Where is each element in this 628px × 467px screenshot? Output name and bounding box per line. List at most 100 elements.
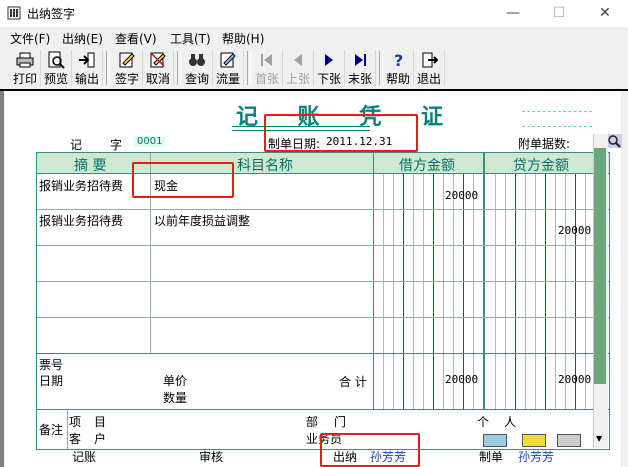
row-line bbox=[37, 209, 609, 210]
maximize-button[interactable]: ☐ bbox=[536, 0, 582, 27]
header-credit: 贷方金额 bbox=[513, 158, 569, 174]
first-button[interactable]: 首张 bbox=[252, 50, 283, 86]
header-debit: 借方金额 bbox=[399, 158, 455, 174]
total-credit: 20000 bbox=[558, 373, 592, 386]
quantity-label: 数量 bbox=[163, 391, 188, 405]
export-button[interactable]: 输出 bbox=[72, 50, 103, 86]
exit-button[interactable]: 退出 bbox=[414, 50, 445, 86]
last-icon bbox=[355, 54, 366, 66]
voucher-number[interactable]: 0001 bbox=[134, 136, 166, 147]
flow-label: 流量 bbox=[215, 72, 240, 86]
left-frame-edge bbox=[0, 91, 4, 467]
row-line bbox=[37, 245, 609, 246]
row-line bbox=[37, 353, 609, 354]
account-highlight-box bbox=[132, 162, 234, 198]
ticket-date-label: 日期 bbox=[39, 374, 64, 388]
svg-text:?: ? bbox=[394, 51, 403, 69]
project-label-b: 目 bbox=[94, 415, 107, 429]
cancel-sign-button[interactable]: 取消 bbox=[143, 50, 174, 86]
reviewer-label: 审核 bbox=[199, 450, 224, 464]
tools-icon[interactable] bbox=[557, 434, 581, 447]
total-debit: 20000 bbox=[445, 373, 479, 386]
dept-label-b: 门 bbox=[334, 415, 347, 429]
export-icon bbox=[79, 52, 95, 68]
menu-view[interactable]: 查看(V) bbox=[115, 30, 157, 47]
dash-decoration bbox=[522, 126, 592, 127]
bookkeeper-label: 记账 bbox=[72, 450, 97, 464]
query-button[interactable]: 查询 bbox=[182, 50, 213, 86]
maker-name: 孙芳芳 bbox=[518, 450, 555, 464]
remarks-divider bbox=[67, 409, 68, 449]
maker-label: 制单 bbox=[479, 450, 504, 464]
binoculars-icon bbox=[189, 54, 205, 66]
person-label-b: 人 bbox=[504, 415, 517, 429]
scrollbar-thumb[interactable] bbox=[594, 148, 606, 384]
menu-bar: 文件(F) 出纳(E) 查看(V) 工具(T) 帮助(H) bbox=[0, 27, 628, 47]
sign-icon bbox=[119, 52, 135, 68]
cashier-highlight-box bbox=[320, 433, 420, 467]
row1-debit[interactable]: 20000 bbox=[445, 189, 478, 202]
first-icon bbox=[261, 54, 272, 66]
project-label-a: 项 bbox=[69, 415, 82, 429]
app-icon bbox=[7, 6, 21, 20]
exit-icon bbox=[422, 52, 438, 68]
attachment-search-button[interactable] bbox=[606, 134, 622, 148]
row1-summary[interactable]: 报销业务招待费 bbox=[39, 177, 123, 194]
person-label-a: 个 bbox=[477, 415, 490, 429]
scroll-down-arrow-icon[interactable]: ▼ bbox=[596, 434, 602, 443]
prev-icon bbox=[294, 54, 302, 66]
voucher-grid: 摘 要 科目名称 借方金额 贷方金额 报销业务招待费 现金 20000 报销业务… bbox=[36, 152, 610, 450]
search-icon bbox=[608, 135, 621, 148]
row-line bbox=[37, 409, 609, 410]
row-line bbox=[37, 173, 609, 174]
next-button[interactable]: 下张 bbox=[314, 50, 345, 86]
minimize-button[interactable]: — bbox=[490, 0, 536, 27]
next-label: 下张 bbox=[316, 72, 341, 86]
header-account: 科目名称 bbox=[237, 158, 293, 174]
attachments-label: 附单据数: bbox=[518, 137, 571, 151]
customer-label-a: 客 bbox=[69, 432, 82, 446]
print-button[interactable]: 打印 bbox=[10, 50, 41, 86]
help-icon: ? bbox=[394, 51, 403, 69]
print-label: 打印 bbox=[12, 72, 37, 86]
header-summary: 摘 要 bbox=[74, 158, 107, 174]
last-button[interactable]: 末张 bbox=[345, 50, 376, 86]
prev-button[interactable]: 上张 bbox=[283, 50, 314, 86]
flow-icon bbox=[220, 52, 236, 68]
first-label: 首张 bbox=[254, 72, 279, 86]
menu-tools[interactable]: 工具(T) bbox=[170, 30, 211, 47]
row-line bbox=[37, 317, 609, 318]
date-highlight-box bbox=[264, 114, 418, 152]
menu-cashier[interactable]: 出纳(E) bbox=[62, 30, 103, 47]
sign-button[interactable]: 签字 bbox=[112, 50, 143, 86]
preview-button[interactable]: 预览 bbox=[41, 50, 72, 86]
remarks-label: 备注 bbox=[39, 423, 64, 437]
printer-icon bbox=[16, 52, 34, 68]
total-label: 合 计 bbox=[339, 375, 367, 389]
title-bar: 出纳签字 — ☐ ✕ bbox=[0, 0, 628, 27]
last-label: 末张 bbox=[347, 72, 372, 86]
toolbar-separator bbox=[247, 51, 251, 85]
row2-account[interactable]: 以前年度损益调整 bbox=[154, 212, 250, 229]
row2-summary[interactable]: 报销业务招待费 bbox=[39, 212, 123, 229]
dash-decoration bbox=[522, 111, 592, 112]
row-line bbox=[37, 281, 609, 282]
help-label: 帮助 bbox=[385, 72, 410, 86]
cancel-sign-icon bbox=[150, 52, 166, 68]
preview-label: 预览 bbox=[43, 72, 68, 86]
next-icon bbox=[325, 54, 333, 66]
menu-file[interactable]: 文件(F) bbox=[10, 30, 50, 47]
row2-credit[interactable]: 20000 bbox=[558, 224, 591, 237]
sign-label: 签字 bbox=[114, 72, 139, 86]
card-icon[interactable] bbox=[483, 434, 507, 447]
close-button[interactable]: ✕ bbox=[582, 0, 628, 27]
note-icon[interactable] bbox=[522, 434, 546, 447]
toolbar: 打印 预览 输出 签字 取消 查询 流量 首张 上张 下张 末张 ? 帮助 退出 bbox=[0, 47, 628, 90]
unit-price-label: 单价 bbox=[163, 374, 188, 388]
help-button[interactable]: ? 帮助 bbox=[383, 50, 414, 86]
ticket-no-label: 票号 bbox=[39, 358, 64, 372]
toolbar-separator bbox=[177, 51, 181, 85]
dept-label-a: 部 bbox=[306, 415, 319, 429]
flow-button[interactable]: 流量 bbox=[213, 50, 244, 86]
menu-help[interactable]: 帮助(H) bbox=[222, 30, 264, 47]
